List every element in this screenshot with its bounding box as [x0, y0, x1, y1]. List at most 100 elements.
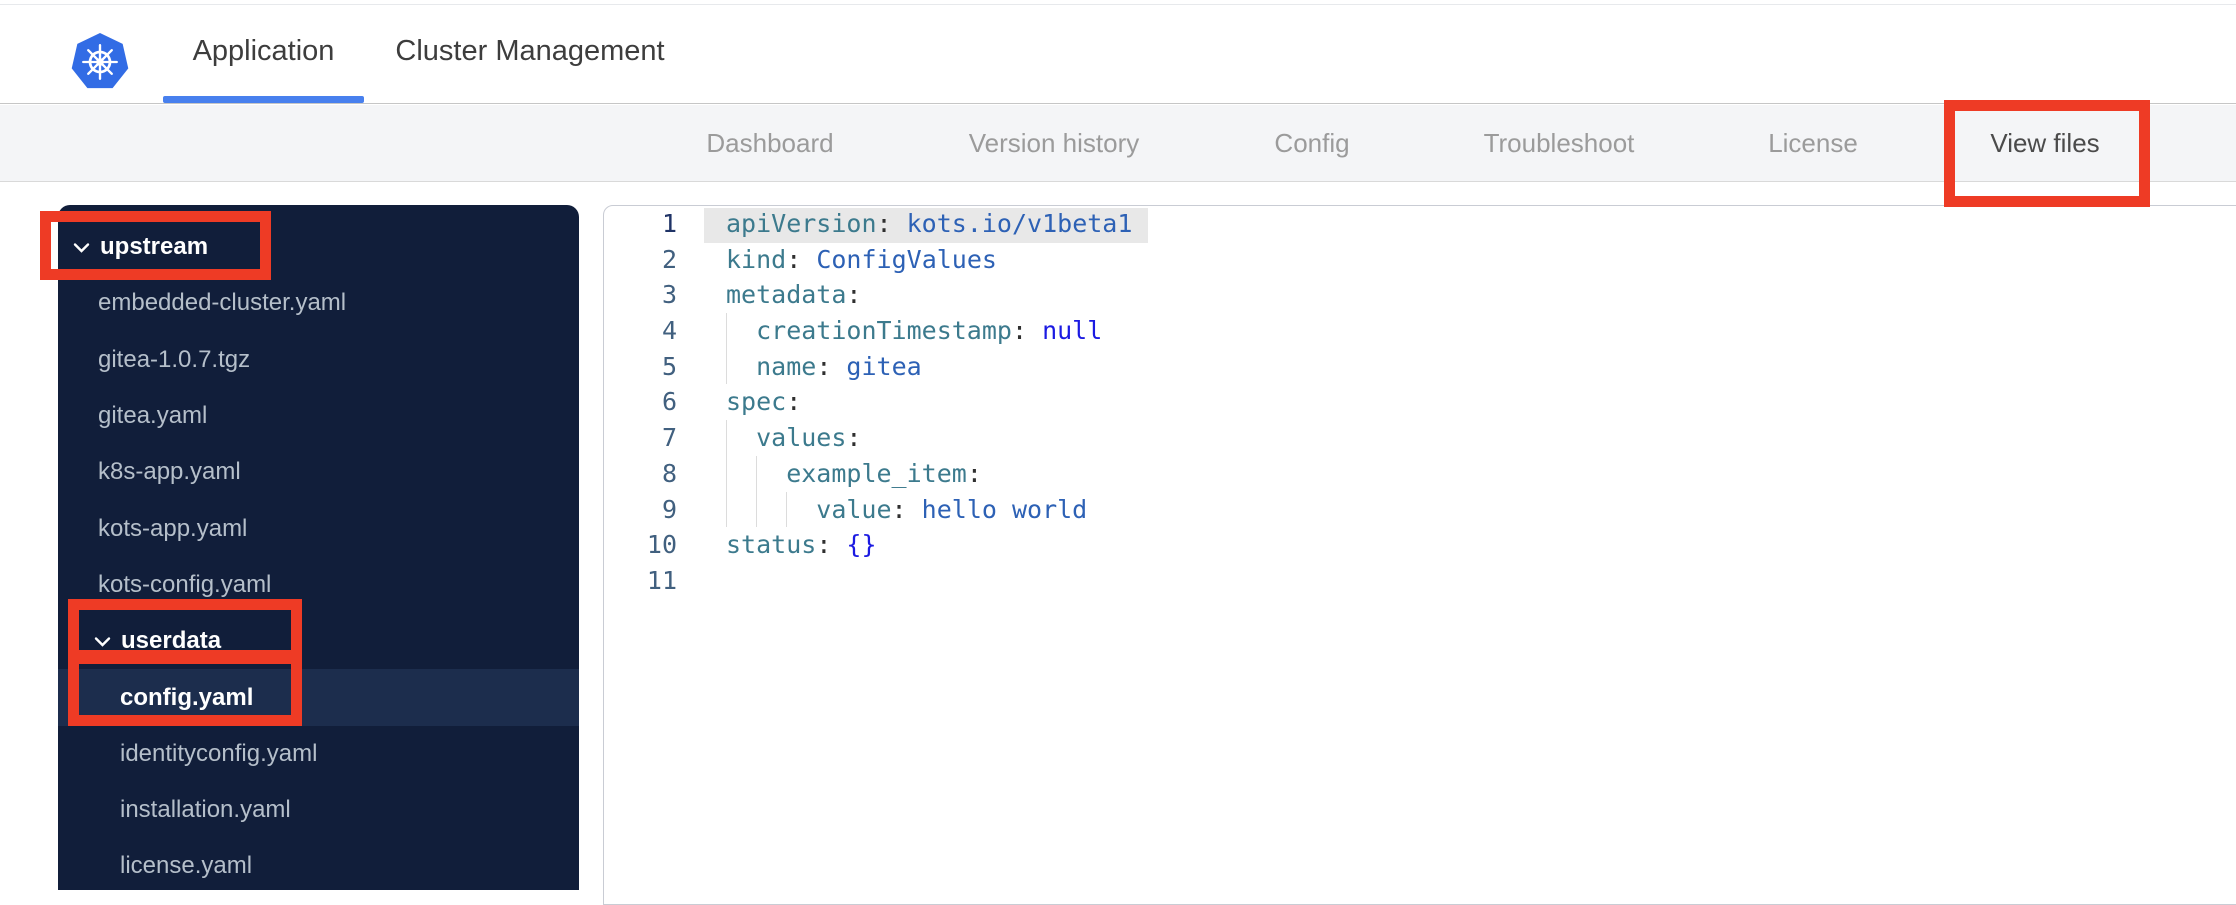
file-gitea-1-0-7-tgz[interactable]: gitea-1.0.7.tgz [58, 332, 579, 388]
tree-item-label: kots-config.yaml [98, 570, 272, 598]
code-text: creationTimestamp: null [704, 313, 1102, 349]
code-token: gitea [831, 351, 922, 381]
code-token: status [726, 530, 817, 560]
code-line[interactable]: 2 kind: ConfigValues [604, 242, 2236, 278]
code-token: : [846, 280, 862, 310]
code-token: : [891, 494, 907, 524]
indent-guide [756, 455, 786, 492]
file-gitea-yaml[interactable]: gitea.yaml [58, 388, 579, 444]
code-token: hello world [906, 494, 1088, 524]
code-text: apiVersion: kots.io/v1beta1 [704, 206, 1132, 242]
indent-guide [756, 491, 786, 528]
code-token: : [966, 458, 982, 488]
code-line[interactable]: 3 metadata: [604, 277, 2236, 313]
code-token: : [816, 351, 832, 381]
subnav-tab-config[interactable]: Config [1274, 105, 1349, 181]
indent-guide [726, 491, 756, 528]
code-token: : [816, 530, 832, 560]
code-text: name: gitea [704, 348, 922, 385]
subnav-tab-version-history[interactable]: Version history [969, 105, 1140, 181]
file-kots-app-yaml[interactable]: kots-app.yaml [58, 500, 579, 556]
line-number: 11 [646, 565, 677, 595]
line-number: 9 [661, 494, 677, 524]
line-number: 2 [661, 244, 677, 274]
file-k8s-app-yaml[interactable]: k8s-app.yaml [58, 444, 579, 500]
kubernetes-logo-icon [71, 33, 129, 89]
indent-guide [726, 455, 756, 492]
code-token: spec [726, 387, 787, 417]
code-line[interactable]: 1 apiVersion: kots.io/v1beta1 [604, 206, 2236, 242]
tree-item-label: identityconfig.yaml [120, 739, 318, 767]
code-token: kind [726, 244, 787, 274]
indent-guide [786, 491, 816, 528]
code-token: name [756, 351, 817, 381]
code-line[interactable]: 8 example_item: [604, 455, 2236, 492]
line-number: 5 [661, 351, 677, 381]
code-text: value: hello world [704, 491, 1088, 528]
app-subnav: Dashboard Version history Config Troublesho… [0, 105, 2236, 286]
subnav-tab-troubleshoot[interactable]: Troubleshoot [1484, 105, 1635, 181]
subnav-tab-view-files[interactable]: View files [1990, 105, 2099, 181]
folder-userdata[interactable]: userdata [58, 613, 579, 669]
indent-guide [726, 420, 756, 456]
code-token: apiVersion [726, 209, 877, 238]
line-number: 3 [661, 280, 677, 310]
code-token: creationTimestamp [756, 316, 1012, 346]
tree-item-label: embedded-cluster.yaml [98, 289, 347, 317]
line-number: 8 [661, 458, 677, 488]
tree-item-label: installation.yaml [120, 796, 291, 824]
tab-application[interactable]: Application [163, 0, 364, 103]
code-token: : [846, 423, 862, 453]
code-line[interactable]: 10 status: {} [604, 527, 2236, 563]
file-content-editor[interactable]: 1 apiVersion: kots.io/v1beta1 2 kind: Confi… [603, 205, 2236, 905]
tab-cluster-management[interactable]: Cluster Management [385, 0, 675, 103]
code-token: value [816, 494, 892, 524]
code-token: : [876, 209, 892, 238]
file-license-yaml[interactable]: license.yaml [58, 838, 579, 890]
code-line[interactable]: 11 [604, 563, 2236, 599]
file-embedded-cluster-yaml[interactable]: embedded-cluster.yaml [58, 275, 579, 331]
line-number: 7 [661, 423, 677, 453]
code-token: {} [831, 530, 877, 560]
file-installation-yaml[interactable]: installation.yaml [58, 782, 579, 838]
code-token: : [786, 244, 802, 274]
top-divider [0, 4, 2236, 5]
line-number: 4 [661, 316, 677, 346]
folder-upstream[interactable]: upstream [58, 219, 579, 275]
code-token: ConfigValues [801, 244, 997, 274]
code-token: values [756, 423, 847, 453]
code-token: kots.io/v1beta1 [891, 209, 1133, 238]
tree-item-label: kots-app.yaml [98, 514, 248, 542]
tree-item-label: userdata [121, 627, 222, 655]
tree-item-label: gitea-1.0.7.tgz [98, 345, 251, 373]
app-header: Application Cluster Management [0, 0, 2236, 104]
tree-item-label: k8s-app.yaml [98, 458, 241, 486]
code-text: status: {} [704, 527, 877, 563]
kots-admin-console: Application Cluster Management Dashboard… [0, 0, 2236, 905]
indent-guide [726, 313, 756, 349]
code-line[interactable]: 9 value: hello world [604, 491, 2236, 528]
line-number: 1 [661, 209, 677, 238]
tree-item-label: upstream [100, 233, 209, 261]
code-text: values: [704, 420, 861, 456]
line-number: 6 [661, 387, 677, 417]
code-token: metadata [726, 280, 847, 310]
active-tab-underline [163, 96, 364, 103]
code-text: example_item: [704, 455, 982, 492]
code-text: kind: ConfigValues [704, 242, 997, 278]
code-line[interactable]: 7 values: [604, 420, 2236, 456]
indent-guide [726, 348, 756, 385]
code-line[interactable]: 5 name: gitea [604, 348, 2236, 385]
code-text: metadata: [704, 277, 861, 313]
file-tree-sidebar: upstream embedded-cluster.yaml gitea-1.0.7… [58, 205, 579, 890]
file-identityconfig-yaml[interactable]: identityconfig.yaml [58, 726, 579, 782]
code-line[interactable]: 4 creationTimestamp: null [604, 313, 2236, 349]
code-line[interactable]: 6 spec: [604, 384, 2236, 420]
code-token: example_item [786, 458, 967, 488]
tree-item-label: gitea.yaml [98, 402, 208, 430]
file-kots-config-yaml[interactable]: kots-config.yaml [58, 557, 579, 613]
subnav-tab-dashboard[interactable]: Dashboard [706, 105, 833, 181]
subnav-tab-license[interactable]: License [1768, 105, 1858, 181]
file-config-yaml[interactable]: config.yaml [58, 669, 579, 726]
